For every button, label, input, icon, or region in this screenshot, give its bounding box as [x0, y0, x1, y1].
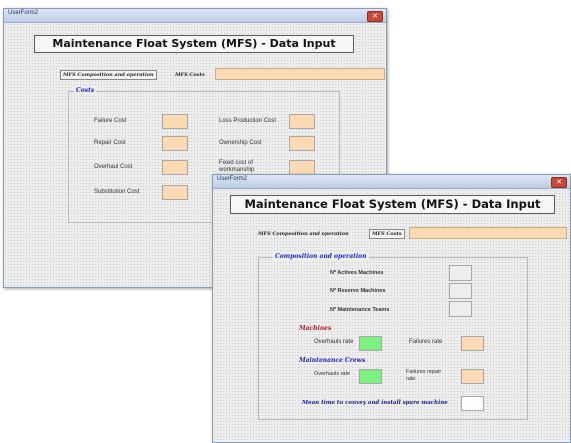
back-tab-composition[interactable]: MFS Composition and operation — [60, 70, 157, 80]
ownership-cost-label: Ownership Cost — [219, 140, 262, 146]
crews-overhauls-rate-input[interactable] — [359, 369, 382, 384]
failure-cost-input[interactable] — [162, 114, 188, 129]
front-form-client: Maintenance Float System (MFS) - Data In… — [213, 189, 570, 442]
machines-failures-rate-input[interactable] — [461, 336, 484, 351]
front-userform-window: UserForm2 ✕ Maintenance Float System (MF… — [212, 174, 571, 443]
active-machines-input[interactable] — [449, 265, 472, 281]
composition-legend: Composition and operation — [273, 253, 369, 260]
loss-production-cost-input[interactable] — [289, 114, 315, 129]
fixed-cost-workmanship-input[interactable] — [289, 160, 315, 175]
front-title-bar: UserForm2 ✕ — [213, 175, 570, 189]
back-tab-costs[interactable]: MFS Costs — [175, 72, 205, 78]
composition-frame — [258, 257, 528, 420]
crews-failures-repair-rate-input[interactable] — [461, 369, 484, 384]
back-window-title: UserForm2 — [8, 10, 39, 16]
overhaul-cost-input[interactable] — [162, 160, 188, 175]
machines-legend: Machines — [299, 325, 332, 332]
back-close-button[interactable]: ✕ — [367, 11, 383, 22]
mean-time-input[interactable] — [461, 396, 484, 411]
crews-overhauls-rate-label: Overhauls rate — [314, 371, 351, 377]
reserve-machines-input[interactable] — [449, 283, 472, 299]
loss-production-cost-label: Loss Production Cost — [219, 118, 277, 124]
front-form-header: Maintenance Float System (MFS) - Data In… — [230, 195, 555, 214]
back-title-bar: UserForm2 ✕ — [4, 9, 386, 23]
mean-time-label: Mean time to convey and install spare ma… — [302, 400, 448, 406]
failure-cost-label: Failure Cost — [94, 118, 127, 124]
front-window-title: UserForm2 — [217, 176, 248, 182]
machines-failures-rate-label: Failures rate — [409, 339, 443, 345]
maintenance-teams-input[interactable] — [449, 301, 472, 317]
maintenance-teams-label: Nº Maintenance Teams — [330, 307, 390, 313]
repair-cost-input[interactable] — [162, 136, 188, 151]
crews-failures-repair-rate-label: Failures repair rate — [406, 369, 442, 382]
back-costs-legend: Costs — [74, 87, 97, 94]
ownership-cost-input[interactable] — [289, 136, 315, 151]
crews-legend: Maintenance Crews — [299, 357, 366, 364]
substitution-cost-input[interactable] — [162, 185, 188, 200]
front-tab-costs[interactable]: MFS Costs — [369, 229, 405, 239]
front-close-button[interactable]: ✕ — [551, 177, 567, 188]
fixed-cost-workmanship-label: Fixed cost of workmanship — [219, 160, 255, 173]
active-machines-label: Nº Actives Machines — [330, 270, 384, 276]
overhaul-cost-label: Overhaul Cost — [94, 164, 133, 170]
substitution-cost-label: Substitution Cost — [94, 189, 140, 195]
back-form-header: Maintenance Float System (MFS) - Data In… — [34, 35, 354, 53]
reserve-machines-label: Nº Reserve Machines — [330, 288, 386, 294]
machines-overhauls-rate-label: Overhauls rate — [314, 339, 354, 345]
back-tab-strip — [215, 68, 385, 80]
repair-cost-label: Repair Cost — [94, 140, 126, 146]
machines-overhauls-rate-input[interactable] — [359, 336, 382, 351]
front-tab-strip — [409, 227, 567, 239]
front-tab-composition[interactable]: MFS Composition and operation — [258, 231, 349, 237]
